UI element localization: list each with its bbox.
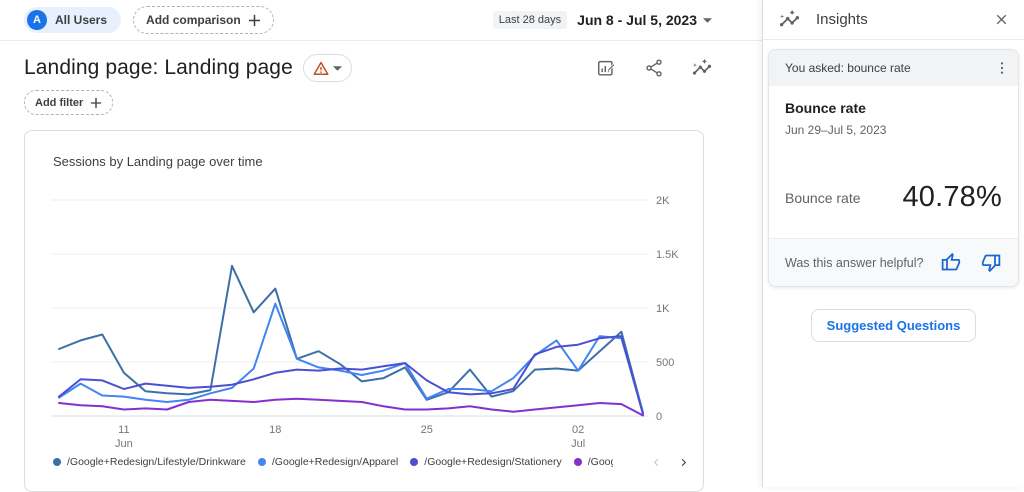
legend-item[interactable]: /Google+Redesign/Stationery	[410, 456, 561, 468]
report-actions	[596, 58, 712, 78]
insights-panel: Insights You asked: bounce rate Bounce r…	[762, 0, 1024, 487]
data-quality-pill[interactable]	[303, 54, 352, 82]
thumb-up-icon[interactable]	[940, 252, 961, 273]
svg-text:500: 500	[656, 357, 674, 369]
avatar: A	[27, 10, 47, 30]
legend-dot	[53, 458, 61, 466]
svg-text:02: 02	[572, 424, 584, 436]
date-range-picker[interactable]: Jun 8 - Jul 5, 2023	[577, 12, 712, 28]
svg-text:Jul: Jul	[571, 438, 585, 450]
legend-row: /Google+Redesign/Lifestyle/Drinkware/Goo…	[53, 456, 689, 468]
all-users-chip[interactable]: A All Users	[24, 7, 121, 33]
close-icon[interactable]	[993, 11, 1010, 28]
plus-icon	[248, 14, 261, 27]
legend-label: /Google+Redesign/Stationery	[424, 456, 561, 468]
sessions-line-chart[interactable]: 0 500 1K 1.5K 2K 11 Jun 18 25 02 Jul	[25, 171, 705, 471]
chart-title: Sessions by Landing page over time	[53, 154, 263, 169]
app-root: A All Users Add comparison Last 28 days …	[0, 0, 1024, 487]
legend-item[interactable]: /Google+Redesign/Apparel	[258, 456, 398, 468]
svg-text:18: 18	[269, 424, 281, 436]
metric-row: Bounce rate 40.78%	[785, 181, 1002, 214]
insights-header: Insights	[763, 0, 1024, 40]
add-filter-button[interactable]: Add filter	[24, 90, 113, 115]
chart-legend: /Google+Redesign/Lifestyle/Drinkware/Goo…	[53, 456, 613, 468]
legend-pager	[651, 457, 689, 468]
legend-label: /Google+Redesign/Lifestyle/Drinkware	[67, 456, 246, 468]
insight-card: You asked: bounce rate Bounce rate Jun 2…	[768, 49, 1019, 287]
caret-down-icon	[333, 66, 342, 71]
chevron-right-icon[interactable]	[678, 457, 689, 468]
filter-bar: Add filter	[0, 82, 762, 115]
insights-icon	[779, 9, 800, 30]
legend-dot	[574, 458, 582, 466]
suggested-questions-button[interactable]: Suggested Questions	[811, 309, 977, 342]
question-label: You asked: bounce rate	[785, 61, 911, 75]
svg-text:1K: 1K	[656, 303, 670, 315]
kebab-menu-icon[interactable]	[994, 60, 1010, 76]
report-header: Landing page: Landing page	[0, 41, 762, 82]
metric-value: 40.78%	[902, 181, 1002, 214]
plus-icon	[90, 97, 102, 109]
insight-card-body: Bounce rate Jun 29–Jul 5, 2023 Bounce ra…	[769, 86, 1018, 238]
share-icon[interactable]	[644, 58, 664, 78]
feedback-buttons	[940, 252, 1002, 273]
insights-title: Insights	[816, 11, 868, 28]
edit-chart-button[interactable]	[596, 58, 616, 78]
metric-date-range: Jun 29–Jul 5, 2023	[785, 123, 1002, 137]
warning-icon	[313, 61, 329, 76]
add-comparison-button[interactable]: Add comparison	[133, 6, 274, 34]
comparison-bar: A All Users Add comparison Last 28 days …	[0, 0, 762, 41]
all-users-label: All Users	[55, 13, 107, 27]
caret-down-icon	[703, 18, 712, 23]
main-area: A All Users Add comparison Last 28 days …	[0, 0, 762, 487]
insight-card-footer: Was this answer helpful?	[769, 238, 1018, 286]
feedback-prompt: Was this answer helpful?	[785, 256, 924, 270]
add-filter-label: Add filter	[35, 97, 83, 109]
metric-name: Bounce rate	[785, 190, 861, 206]
svg-text:11: 11	[118, 424, 129, 436]
date-range-label: Jun 8 - Jul 5, 2023	[577, 12, 697, 28]
svg-text:2K: 2K	[656, 195, 670, 207]
thumb-down-icon[interactable]	[981, 252, 1002, 273]
legend-item[interactable]: /Google+Rede	[574, 456, 613, 468]
svg-text:Jun: Jun	[115, 438, 133, 450]
chevron-left-icon[interactable]	[651, 457, 662, 468]
chart-card: Sessions by Landing page over time 0 500 1…	[24, 130, 704, 492]
legend-dot	[258, 458, 266, 466]
svg-text:0: 0	[656, 411, 662, 423]
legend-item[interactable]: /Google+Redesign/Lifestyle/Drinkware	[53, 456, 246, 468]
svg-text:25: 25	[421, 424, 433, 436]
metric-title: Bounce rate	[785, 100, 1002, 116]
svg-text:1.5K: 1.5K	[656, 249, 679, 261]
legend-label: /Google+Redesign/Apparel	[272, 456, 398, 468]
insights-icon[interactable]	[692, 58, 712, 78]
legend-dot	[410, 458, 418, 466]
page-title: Landing page: Landing page	[24, 56, 293, 80]
add-comparison-label: Add comparison	[146, 13, 241, 27]
legend-label: /Google+Rede	[588, 456, 613, 468]
date-range-badge: Last 28 days	[493, 11, 567, 29]
insight-card-header: You asked: bounce rate	[769, 50, 1018, 86]
date-range-area: Last 28 days Jun 8 - Jul 5, 2023	[493, 11, 712, 29]
